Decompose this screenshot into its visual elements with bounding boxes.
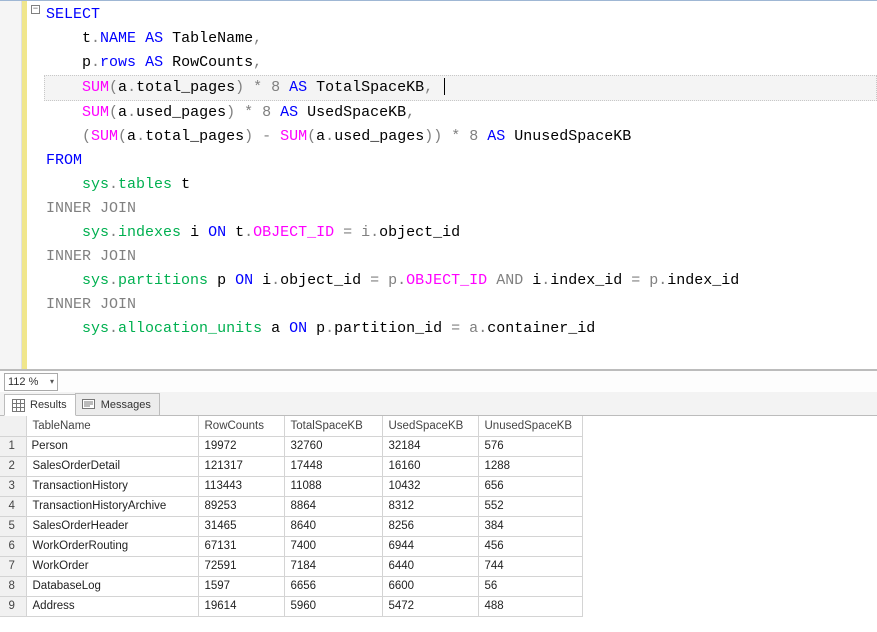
col-header-rowcounts[interactable]: RowCounts bbox=[198, 416, 284, 436]
cell-rowcounts[interactable]: 19972 bbox=[198, 436, 284, 456]
cell-unusedspacekb[interactable]: 384 bbox=[478, 516, 582, 536]
cell-tablename[interactable]: Address bbox=[26, 596, 198, 616]
sql-editor-pane[interactable]: − SELECT t.NAME AS TableName, p.rows AS … bbox=[0, 0, 877, 370]
cell-rowcounts[interactable]: 1597 bbox=[198, 576, 284, 596]
cell-tablename[interactable]: SalesOrderDetail bbox=[26, 456, 198, 476]
cell-usedspacekb[interactable]: 8256 bbox=[382, 516, 478, 536]
row-header[interactable]: 6 bbox=[0, 536, 26, 556]
cell-tablename[interactable]: TransactionHistoryArchive bbox=[26, 496, 198, 516]
cell-unusedspacekb[interactable]: 744 bbox=[478, 556, 582, 576]
table-row[interactable]: 5SalesOrderHeader3146586408256384 bbox=[0, 516, 582, 536]
table-row[interactable]: 3TransactionHistory1134431108810432656 bbox=[0, 476, 582, 496]
results-grid-container[interactable]: TableName RowCounts TotalSpaceKB UsedSpa… bbox=[0, 416, 877, 632]
zoom-value: 112 % bbox=[8, 376, 38, 388]
cell-tablename[interactable]: WorkOrder bbox=[26, 556, 198, 576]
row-header[interactable]: 8 bbox=[0, 576, 26, 596]
cell-rowcounts[interactable]: 67131 bbox=[198, 536, 284, 556]
cell-totalspacekb[interactable]: 5960 bbox=[284, 596, 382, 616]
cell-usedspacekb[interactable]: 6944 bbox=[382, 536, 478, 556]
header-row: TableName RowCounts TotalSpaceKB UsedSpa… bbox=[0, 416, 582, 436]
cell-totalspacekb[interactable]: 7184 bbox=[284, 556, 382, 576]
cell-tablename[interactable]: SalesOrderHeader bbox=[26, 516, 198, 536]
cell-unusedspacekb[interactable]: 56 bbox=[478, 576, 582, 596]
col-header-unusedspacekb[interactable]: UnusedSpaceKB bbox=[478, 416, 582, 436]
cell-totalspacekb[interactable]: 32760 bbox=[284, 436, 382, 456]
cell-rowcounts[interactable]: 89253 bbox=[198, 496, 284, 516]
cell-unusedspacekb[interactable]: 576 bbox=[478, 436, 582, 456]
cell-unusedspacekb[interactable]: 488 bbox=[478, 596, 582, 616]
cell-totalspacekb[interactable]: 8640 bbox=[284, 516, 382, 536]
row-header[interactable]: 4 bbox=[0, 496, 26, 516]
row-header[interactable]: 3 bbox=[0, 476, 26, 496]
zoom-bar: 112 % ▾ bbox=[0, 370, 877, 392]
cell-usedspacekb[interactable]: 8312 bbox=[382, 496, 478, 516]
cell-usedspacekb[interactable]: 16160 bbox=[382, 456, 478, 476]
tab-results[interactable]: Results bbox=[4, 394, 76, 416]
col-header-tablename[interactable]: TableName bbox=[26, 416, 198, 436]
cell-totalspacekb[interactable]: 6656 bbox=[284, 576, 382, 596]
cell-usedspacekb[interactable]: 32184 bbox=[382, 436, 478, 456]
tab-messages[interactable]: Messages bbox=[75, 393, 160, 415]
table-row[interactable]: 9Address1961459605472488 bbox=[0, 596, 582, 616]
cell-unusedspacekb[interactable]: 552 bbox=[478, 496, 582, 516]
cell-totalspacekb[interactable]: 7400 bbox=[284, 536, 382, 556]
table-row[interactable]: 8DatabaseLog15976656660056 bbox=[0, 576, 582, 596]
cell-totalspacekb[interactable]: 8864 bbox=[284, 496, 382, 516]
cell-rowcounts[interactable]: 19614 bbox=[198, 596, 284, 616]
cell-unusedspacekb[interactable]: 656 bbox=[478, 476, 582, 496]
col-header-usedspacekb[interactable]: UsedSpaceKB bbox=[382, 416, 478, 436]
cell-rowcounts[interactable]: 72591 bbox=[198, 556, 284, 576]
table-row[interactable]: 6WorkOrderRouting6713174006944456 bbox=[0, 536, 582, 556]
code-area[interactable]: SELECT t.NAME AS TableName, p.rows AS Ro… bbox=[44, 1, 877, 341]
cell-usedspacekb[interactable]: 10432 bbox=[382, 476, 478, 496]
cell-rowcounts[interactable]: 113443 bbox=[198, 476, 284, 496]
header-corner bbox=[0, 416, 26, 436]
collapse-region-icon[interactable]: − bbox=[31, 5, 40, 14]
results-tabs: Results Messages bbox=[0, 392, 877, 416]
current-line[interactable]: SUM(a.total_pages) * 8 AS TotalSpaceKB, bbox=[44, 75, 877, 101]
chevron-down-icon: ▾ bbox=[50, 377, 54, 386]
cell-unusedspacekb[interactable]: 1288 bbox=[478, 456, 582, 476]
cell-usedspacekb[interactable]: 5472 bbox=[382, 596, 478, 616]
cell-tablename[interactable]: Person bbox=[26, 436, 198, 456]
table-row[interactable]: 1Person199723276032184576 bbox=[0, 436, 582, 456]
table-row[interactable]: 4TransactionHistoryArchive89253886483125… bbox=[0, 496, 582, 516]
row-header[interactable]: 9 bbox=[0, 596, 26, 616]
cell-rowcounts[interactable]: 121317 bbox=[198, 456, 284, 476]
tab-messages-label: Messages bbox=[101, 399, 151, 411]
results-grid[interactable]: TableName RowCounts TotalSpaceKB UsedSpa… bbox=[0, 416, 583, 617]
cell-tablename[interactable]: TransactionHistory bbox=[26, 476, 198, 496]
table-row[interactable]: 7WorkOrder7259171846440744 bbox=[0, 556, 582, 576]
row-header[interactable]: 2 bbox=[0, 456, 26, 476]
kw-select: SELECT bbox=[46, 6, 100, 23]
cell-usedspacekb[interactable]: 6440 bbox=[382, 556, 478, 576]
editor-gutter bbox=[0, 1, 22, 369]
cell-rowcounts[interactable]: 31465 bbox=[198, 516, 284, 536]
cell-tablename[interactable]: DatabaseLog bbox=[26, 576, 198, 596]
messages-icon bbox=[82, 398, 96, 412]
row-header[interactable]: 7 bbox=[0, 556, 26, 576]
table-row[interactable]: 2SalesOrderDetail12131717448161601288 bbox=[0, 456, 582, 476]
grid-icon bbox=[11, 398, 25, 412]
change-indicator-bar bbox=[22, 1, 27, 369]
text-cursor bbox=[444, 78, 445, 95]
col-header-totalspacekb[interactable]: TotalSpaceKB bbox=[284, 416, 382, 436]
row-header[interactable]: 1 bbox=[0, 436, 26, 456]
cell-unusedspacekb[interactable]: 456 bbox=[478, 536, 582, 556]
cell-usedspacekb[interactable]: 6600 bbox=[382, 576, 478, 596]
tab-results-label: Results bbox=[30, 399, 67, 411]
zoom-dropdown[interactable]: 112 % ▾ bbox=[4, 373, 58, 391]
cell-tablename[interactable]: WorkOrderRouting bbox=[26, 536, 198, 556]
row-header[interactable]: 5 bbox=[0, 516, 26, 536]
cell-totalspacekb[interactable]: 17448 bbox=[284, 456, 382, 476]
cell-totalspacekb[interactable]: 11088 bbox=[284, 476, 382, 496]
